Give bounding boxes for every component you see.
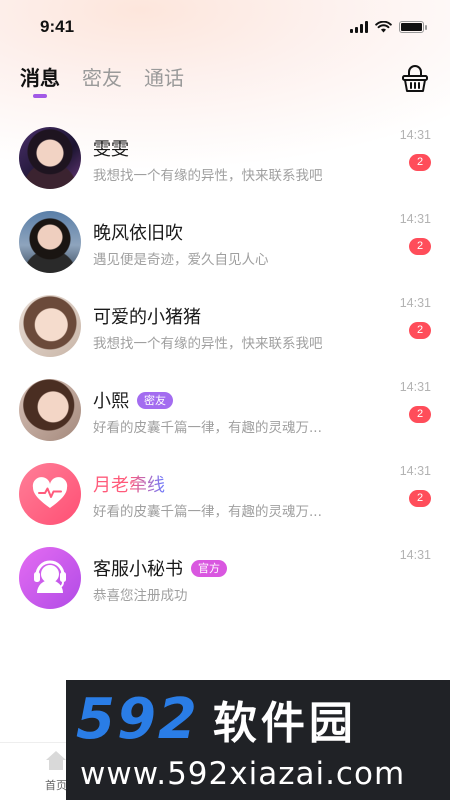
status-time: 9:41 (40, 17, 75, 36)
tab-messages[interactable]: 消息 (20, 62, 60, 98)
tab-close-friends-label: 密友 (82, 66, 122, 90)
contact-name: 月老牵线 (93, 471, 165, 497)
home-icon (46, 751, 66, 770)
watermark-url: www.592xiazai.com (80, 756, 406, 792)
contact-name: 客服小秘书 (93, 559, 183, 580)
message-time: 14:31 (399, 128, 431, 142)
avatar (19, 463, 81, 525)
official-tag: 官方 (191, 559, 227, 577)
unread-badge: 2 (409, 238, 431, 255)
cellular-signal-icon (350, 21, 368, 33)
conversation-row[interactable]: 客服小秘书 官方 恭喜您注册成功 14:31 (0, 536, 450, 620)
conversation-row[interactable]: 小熙 密友 好看的皮囊千篇一律，有趣的灵魂万... 14:31 2 (0, 368, 450, 452)
unread-badge: 2 (409, 490, 431, 507)
conversation-row[interactable]: 雯雯 我想找一个有缘的异性，快来联系我吧 14:31 2 (0, 116, 450, 200)
contact-name: 可爱的小猪猪 (93, 307, 201, 328)
last-message: 好看的皮囊千篇一律，有趣的灵魂万... (93, 504, 322, 520)
tab-messages-label: 消息 (20, 66, 60, 90)
unread-badge: 2 (409, 322, 431, 339)
conversation-row[interactable]: 月老牵线 好看的皮囊千篇一律，有趣的灵魂万... 14:31 2 (0, 452, 450, 536)
last-message: 遇见便是奇迹，爱久自见人心 (93, 252, 269, 268)
avatar (19, 547, 81, 609)
unread-badge: 2 (409, 406, 431, 423)
last-message: 我想找一个有缘的异性，快来联系我吧 (93, 168, 323, 184)
conversation-list: 雯雯 我想找一个有缘的异性，快来联系我吧 14:31 2 晚风依旧吹 遇见便是奇… (0, 116, 450, 620)
contact-name: 雯雯 (93, 139, 129, 160)
contact-name: 小熙 (93, 391, 129, 412)
message-time: 14:31 (399, 296, 431, 310)
watermark-overlay: 592 软件园 www.592xiazai.com (66, 680, 450, 800)
watermark-number: 592 (76, 686, 199, 752)
contact-name: 晚风依旧吹 (93, 223, 183, 244)
last-message: 我想找一个有缘的异性，快来联系我吧 (93, 336, 323, 352)
headset-icon (34, 560, 66, 593)
avatar (19, 127, 81, 189)
battery-icon (399, 21, 427, 33)
basket-icon (402, 65, 428, 92)
avatar (19, 295, 81, 357)
heart-icon (32, 477, 68, 508)
basket-button[interactable] (400, 65, 430, 95)
avatar (19, 211, 81, 273)
wifi-icon (375, 21, 392, 33)
conversation-row[interactable]: 可爱的小猪猪 我想找一个有缘的异性，快来联系我吧 14:31 2 (0, 284, 450, 368)
conversation-row[interactable]: 晚风依旧吹 遇见便是奇迹，爱久自见人心 14:31 2 (0, 200, 450, 284)
watermark-brand: 软件园 (212, 698, 357, 749)
message-time: 14:31 (399, 380, 431, 394)
message-time: 14:31 (399, 464, 431, 478)
status-icons (350, 21, 427, 33)
top-tabs: 消息 密友 通话 (0, 62, 450, 106)
unread-badge: 2 (409, 154, 431, 171)
last-message: 恭喜您注册成功 (93, 588, 188, 604)
last-message: 好看的皮囊千篇一律，有趣的灵魂万... (93, 420, 322, 436)
avatar (19, 379, 81, 441)
message-time: 14:31 (399, 548, 431, 562)
tab-calls-label: 通话 (144, 66, 184, 90)
active-tab-indicator (33, 94, 47, 98)
tab-calls[interactable]: 通话 (144, 62, 184, 91)
status-bar: 9:41 (0, 0, 450, 54)
message-time: 14:31 (399, 212, 431, 226)
close-friend-tag: 密友 (137, 391, 173, 409)
tab-close-friends[interactable]: 密友 (82, 62, 122, 91)
